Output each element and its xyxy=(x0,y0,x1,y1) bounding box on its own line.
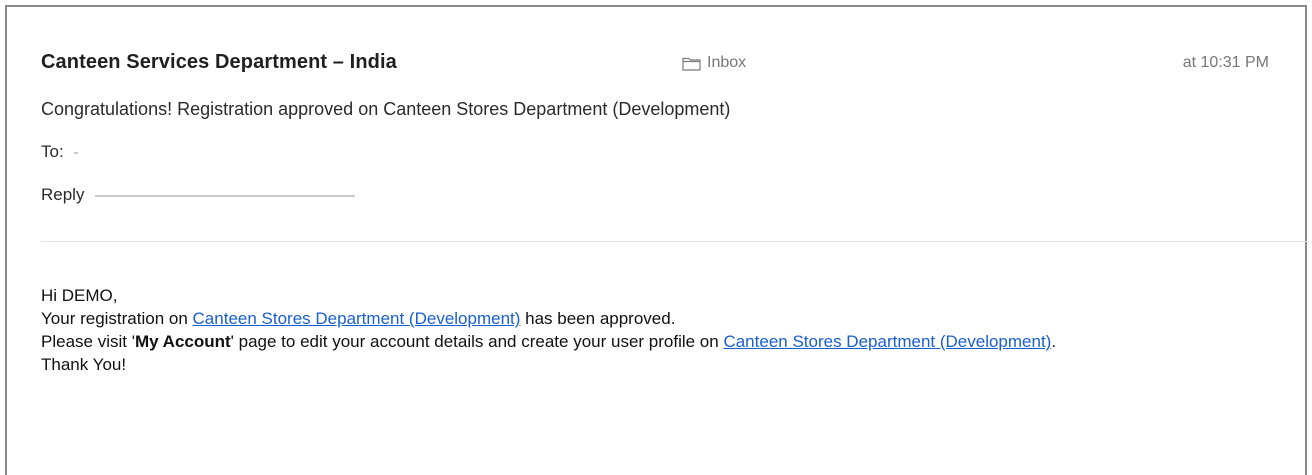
line2-prefix: Please visit ' xyxy=(41,332,135,351)
greeting: Hi DEMO, xyxy=(41,286,118,305)
body-line-2: Please visit 'My Account' page to edit y… xyxy=(41,330,1291,353)
email-window: Canteen Services Department – India Inbo… xyxy=(5,5,1309,475)
header-divider xyxy=(41,241,1309,242)
line2-suffix: . xyxy=(1051,332,1057,351)
line1-prefix: Your registration on xyxy=(41,309,193,328)
folder-icon xyxy=(682,56,701,71)
redacted-recipient xyxy=(74,151,79,154)
to-label: To: xyxy=(41,142,64,161)
reply-to-label: Reply xyxy=(41,185,85,204)
redacted-reply-address xyxy=(95,194,356,197)
reply-to-row[interactable]: Reply xyxy=(41,185,356,205)
email-header: Canteen Services Department – India Inbo… xyxy=(7,7,1305,247)
to-row[interactable]: To: xyxy=(41,142,79,162)
sender-name[interactable]: Canteen Services Department – India xyxy=(41,51,397,74)
canteen-stores-link-2[interactable]: Canteen Stores Department (Development) xyxy=(723,332,1051,351)
body-line-1: Your registration on Canteen Stores Depa… xyxy=(41,307,1291,330)
email-subject: Congratulations! Registration approved o… xyxy=(41,99,731,119)
email-body: Hi DEMO, Your registration on Canteen St… xyxy=(41,284,1291,376)
mailbox-label[interactable]: Inbox xyxy=(682,54,746,72)
email-timestamp: at 10:31 PM xyxy=(1182,54,1269,71)
line2-middle: ' page to edit your account details and … xyxy=(230,332,724,351)
canteen-stores-link-1[interactable]: Canteen Stores Department (Development) xyxy=(193,309,521,328)
line1-suffix: has been approved. xyxy=(520,309,676,328)
mailbox-name: Inbox xyxy=(707,54,747,71)
signoff: Thank You! xyxy=(41,355,127,374)
my-account-text: My Account xyxy=(134,332,231,351)
